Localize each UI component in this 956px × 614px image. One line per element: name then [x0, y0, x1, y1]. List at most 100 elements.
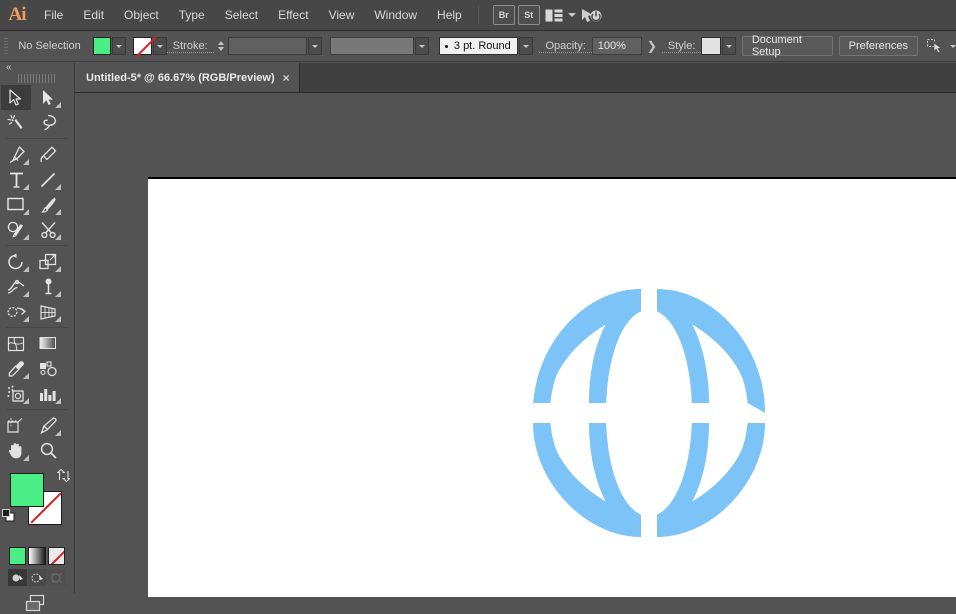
menu-window[interactable]: Window	[364, 0, 427, 31]
stock-icon[interactable]: St	[517, 5, 540, 25]
artboard-tool[interactable]	[1, 413, 31, 438]
brush-definition-field[interactable]: 3 pt. Round	[438, 37, 519, 55]
stroke-weight-stepper[interactable]	[216, 37, 226, 55]
stroke-weight-input[interactable]	[228, 37, 308, 55]
pen-tool[interactable]	[1, 142, 31, 167]
line-segment-tool[interactable]	[33, 167, 63, 192]
paintbrush-tool[interactable]	[33, 192, 63, 217]
symbol-sprayer-tool[interactable]	[1, 381, 31, 406]
color-mode-buttons	[0, 545, 74, 565]
none-mode-button[interactable]	[47, 547, 65, 565]
style-label: Style:	[661, 40, 702, 53]
selection-status-label: No Selection	[18, 40, 81, 52]
graphic-style-swatch[interactable]	[701, 37, 721, 55]
direct-selection-tool[interactable]	[33, 85, 63, 110]
scale-tool[interactable]	[33, 249, 63, 274]
bridge-icon[interactable]: Br	[492, 5, 515, 25]
draw-inside-button[interactable]	[47, 569, 67, 586]
zoom-tool[interactable]	[33, 438, 63, 463]
variable-width-profile-input[interactable]	[330, 37, 414, 55]
menu-divider	[477, 6, 479, 24]
stroke-swatch-dropdown[interactable]	[152, 37, 167, 55]
variable-width-dropdown[interactable]	[414, 37, 429, 55]
rotate-tool[interactable]	[1, 249, 31, 274]
menu-bar: Ai File Edit Object Type Select Effect V…	[0, 0, 956, 31]
menu-edit[interactable]: Edit	[73, 0, 114, 31]
document-tab-strip: Untitled-5* @ 66.67% (RGB/Preview) ×	[75, 63, 956, 93]
magic-wand-tool[interactable]	[1, 110, 31, 135]
type-tool[interactable]	[1, 167, 31, 192]
gradient-tool[interactable]	[33, 331, 63, 356]
curvature-tool[interactable]	[33, 142, 63, 167]
menu-effect[interactable]: Effect	[268, 0, 318, 31]
shaper-tool[interactable]	[1, 217, 31, 242]
brush-definition-label: 3 pt. Round	[453, 40, 511, 52]
globe-icon-artwork[interactable]	[533, 289, 765, 537]
eyedropper-tool[interactable]	[1, 356, 31, 381]
graphic-style-dropdown[interactable]	[721, 37, 736, 55]
menu-help[interactable]: Help	[427, 0, 472, 31]
menu-object[interactable]: Object	[114, 0, 169, 31]
control-bar: No Selection Stroke: 3 pt. Round Opacity…	[0, 31, 956, 62]
hand-tool[interactable]	[1, 438, 31, 463]
opacity-expand-arrow[interactable]: ❯	[642, 39, 662, 53]
fill-color-swatch[interactable]	[92, 37, 112, 55]
opacity-label: Opacity:	[539, 40, 592, 53]
scissors-tool[interactable]	[33, 217, 63, 242]
arrange-documents-icon[interactable]	[543, 7, 565, 23]
tools-divider	[6, 138, 68, 139]
document-tab-title: Untitled-5* @ 66.67% (RGB/Preview)	[86, 71, 275, 84]
stock-search-icon[interactable]	[579, 5, 605, 25]
swap-fill-stroke-icon[interactable]	[57, 469, 70, 482]
free-transform-tool[interactable]	[33, 274, 63, 299]
opacity-input[interactable]: 100%	[591, 37, 642, 55]
chevron-down-icon[interactable]	[567, 13, 576, 17]
color-mode-button[interactable]	[9, 547, 27, 565]
tools-divider-4	[6, 409, 68, 410]
slice-tool[interactable]	[33, 413, 63, 438]
mesh-tool[interactable]	[1, 331, 31, 356]
app-logo: Ai	[8, 4, 27, 25]
selection-tool[interactable]	[1, 85, 31, 110]
screen-mode-row	[0, 586, 74, 614]
stroke-weight-dropdown[interactable]	[308, 37, 323, 55]
menu-view[interactable]: View	[319, 0, 365, 31]
fill-stroke-controls	[0, 467, 74, 545]
draw-behind-button[interactable]	[27, 569, 47, 586]
document-setup-button[interactable]: Document Setup	[741, 34, 833, 58]
menu-bar-right-group: Br St	[492, 5, 605, 25]
collapse-panel-icon[interactable]: «	[6, 63, 11, 73]
rectangle-tool[interactable]	[1, 192, 31, 217]
gradient-mode-button[interactable]	[28, 547, 46, 565]
tools-divider-3	[6, 327, 68, 328]
blend-tool[interactable]	[33, 356, 63, 381]
width-tool[interactable]	[1, 274, 31, 299]
lasso-tool[interactable]	[33, 110, 63, 135]
tools-divider-2	[6, 245, 68, 246]
stroke-weight-label: Stroke:	[166, 40, 214, 53]
menu-file[interactable]: File	[34, 0, 73, 31]
toolbar-fill-swatch[interactable]	[10, 473, 44, 507]
preferences-button[interactable]: Preferences	[838, 36, 918, 56]
stroke-color-swatch[interactable]	[133, 37, 152, 55]
default-fill-stroke-icon[interactable]	[2, 509, 15, 522]
control-bar-grip[interactable]	[4, 35, 9, 57]
align-to-selection-icon[interactable]	[926, 37, 945, 55]
document-area[interactable]	[75, 93, 956, 597]
draw-normal-button[interactable]	[8, 569, 27, 586]
fill-swatch-dropdown[interactable]	[112, 37, 127, 55]
change-screen-mode-button[interactable]	[23, 594, 51, 614]
brush-definition-dropdown[interactable]	[519, 37, 534, 55]
close-icon[interactable]: ×	[283, 72, 290, 84]
shape-builder-tool[interactable]	[1, 299, 31, 324]
artboard[interactable]	[148, 177, 956, 597]
brush-preview-dot	[444, 44, 448, 48]
menu-type[interactable]: Type	[169, 0, 215, 31]
tools-grid	[0, 85, 74, 463]
menu-select[interactable]: Select	[215, 0, 268, 31]
column-graph-tool[interactable]	[33, 381, 63, 406]
perspective-grid-tool[interactable]	[33, 299, 63, 324]
tools-panel-grip[interactable]	[18, 74, 56, 83]
document-tab[interactable]: Untitled-5* @ 66.67% (RGB/Preview) ×	[75, 63, 300, 92]
align-dropdown-chevron[interactable]	[950, 44, 956, 48]
